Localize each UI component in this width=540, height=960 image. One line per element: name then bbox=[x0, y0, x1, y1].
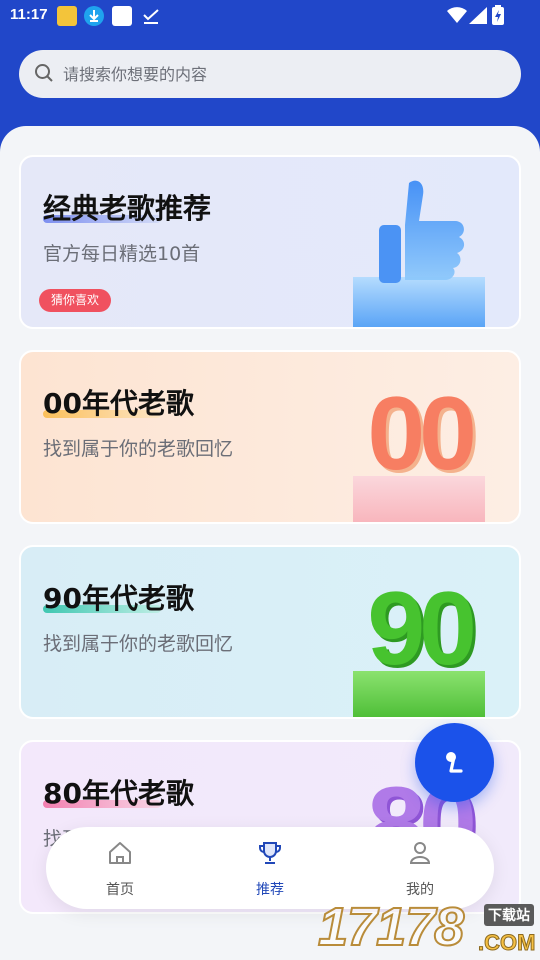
card-subtitle: 找到属于你的老歌回忆 bbox=[43, 633, 234, 655]
tab-home[interactable]: 首页 bbox=[65, 827, 175, 909]
decade-illustration: 00 bbox=[367, 376, 477, 492]
thumbs-up-icon bbox=[379, 180, 465, 283]
watermark-domain: .COM bbox=[477, 930, 536, 956]
card-title: 80年代老歌 bbox=[43, 777, 194, 810]
guess-you-like-badge: 猜你喜欢 bbox=[39, 289, 112, 312]
watermark-badge: 下载站 bbox=[484, 904, 534, 926]
card-title: 00年代老歌 bbox=[43, 387, 194, 420]
card-90s-songs[interactable]: 90年代老歌 找到属于你的老歌回忆 90 bbox=[19, 545, 521, 719]
image-notification-icon bbox=[112, 6, 132, 26]
search-icon bbox=[35, 64, 53, 82]
card-00s-songs[interactable]: 00年代老歌 找到属于你的老歌回忆 00 bbox=[19, 350, 521, 524]
site-watermark: 17178 下载站 .COM bbox=[317, 896, 540, 960]
tab-recommend[interactable]: 推荐 bbox=[215, 827, 325, 909]
home-icon bbox=[109, 842, 131, 864]
search-input[interactable] bbox=[63, 58, 503, 90]
decade-illustration: 90 bbox=[367, 571, 477, 687]
card-subtitle: 官方每日精选10首 bbox=[43, 243, 201, 265]
trophy-icon bbox=[259, 842, 281, 864]
download-icon bbox=[84, 6, 104, 26]
music-fab-button[interactable] bbox=[415, 723, 494, 802]
card-classic-recommend[interactable]: 经典老歌推荐 官方每日精选10首 猜你喜欢 bbox=[19, 155, 521, 329]
user-icon bbox=[409, 842, 431, 864]
watermark-number: 17178 bbox=[317, 896, 465, 958]
app-notification-icon bbox=[57, 6, 77, 26]
card-subtitle: 找到属于你的老歌回忆 bbox=[43, 438, 234, 460]
music-note-icon bbox=[446, 752, 463, 773]
search-bar[interactable] bbox=[19, 50, 521, 98]
status-time: 11:17 bbox=[10, 6, 48, 23]
wifi-icon bbox=[447, 7, 467, 23]
check-icon bbox=[141, 6, 161, 26]
tab-label: 首页 bbox=[106, 882, 134, 898]
signal-icon bbox=[469, 7, 487, 24]
status-bar: 11:17 bbox=[0, 0, 540, 32]
battery-icon bbox=[492, 5, 504, 25]
card-title: 经典老歌推荐 bbox=[43, 192, 212, 225]
card-title: 90年代老歌 bbox=[43, 582, 194, 615]
tab-label: 推荐 bbox=[256, 882, 284, 898]
